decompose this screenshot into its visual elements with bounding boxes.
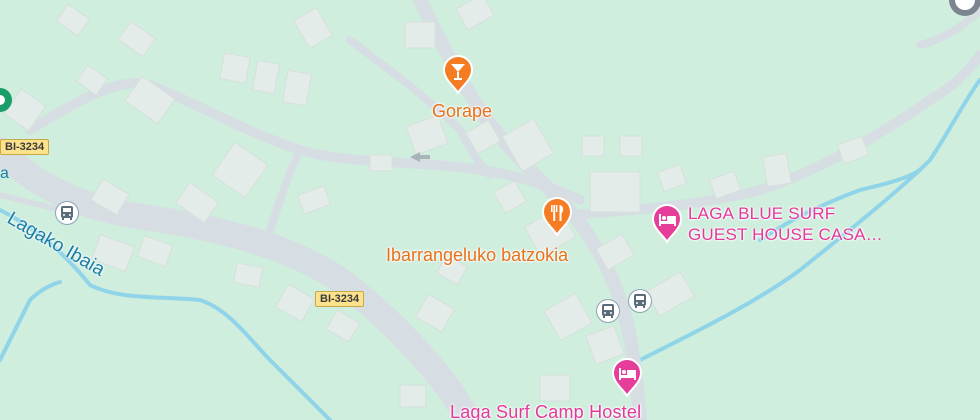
fork-knife-icon [541, 197, 573, 236]
bed-icon [651, 204, 683, 243]
place-label-laga-blue-surf-line1[interactable]: LAGA BLUE SURF [688, 204, 835, 224]
place-pin-laga-surf-camp[interactable] [610, 357, 644, 397]
route-shield: BI-3234 [0, 139, 50, 155]
partial-place-label: a [0, 165, 9, 182]
place-label-gorape[interactable]: Gorape [432, 101, 492, 121]
place-pin-laga-blue-surf[interactable] [650, 203, 684, 243]
map-canvas[interactable]: a Lagako Ibaia BI-3234 BI-3234 Gorape Ib… [0, 0, 980, 420]
place-pin-ibarrangeluko[interactable] [540, 196, 574, 236]
bus-stop[interactable] [56, 202, 78, 224]
bed-icon [611, 358, 643, 397]
bus-stop[interactable] [629, 290, 651, 312]
cocktail-icon [442, 55, 474, 94]
route-shield: BI-3234 [315, 291, 365, 307]
place-label-laga-surf-camp[interactable]: Laga Surf Camp Hostel [450, 402, 641, 420]
place-label-ibarrangeluko[interactable]: Ibarrangeluko batzokia [386, 245, 568, 265]
bus-stop[interactable] [597, 300, 619, 322]
place-pin-gorape[interactable] [441, 54, 475, 94]
place-label-laga-blue-surf-line2[interactable]: GUEST HOUSE CASA… [688, 225, 883, 245]
